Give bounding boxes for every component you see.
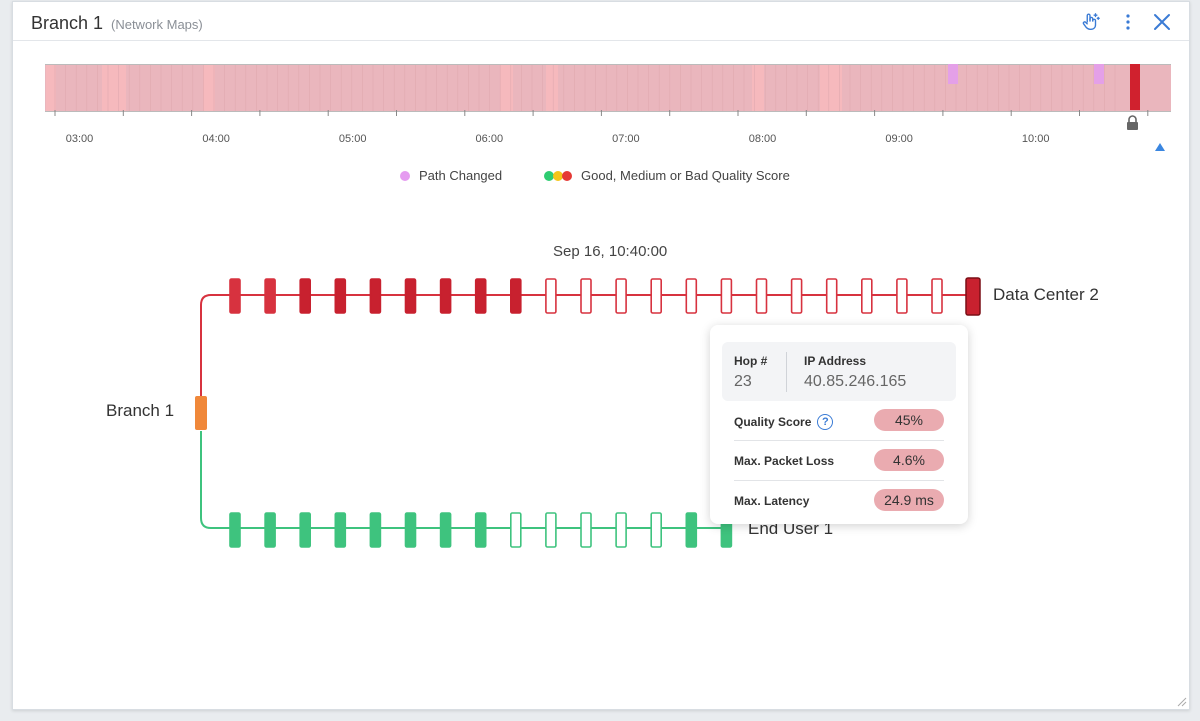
hop-node[interactable]	[545, 512, 557, 548]
hop-node[interactable]	[404, 512, 417, 548]
close-icon[interactable]	[1150, 10, 1174, 34]
hop-node[interactable]	[369, 278, 382, 314]
hop-node[interactable]	[474, 278, 487, 314]
latency-row: Max. Latency 24.9 ms	[734, 481, 944, 521]
hop-node[interactable]	[931, 278, 943, 314]
packet-loss-label: Max. Packet Loss	[734, 454, 835, 468]
quality-dots-icon	[544, 170, 572, 181]
tick-label: 06:00	[475, 133, 504, 145]
path-line-enduser	[200, 431, 729, 529]
path-changed-dot-icon	[400, 170, 410, 181]
hop-node[interactable]	[264, 278, 276, 314]
hop-label: Hop #	[734, 354, 768, 368]
hop-node[interactable]	[860, 278, 873, 314]
quality-score-value: 45%	[874, 409, 944, 431]
hop-node[interactable]	[229, 278, 241, 314]
hop-node[interactable]	[615, 278, 627, 314]
destination-node-dc2[interactable]	[965, 277, 981, 316]
hop-node[interactable]	[685, 512, 698, 548]
hop-node[interactable]	[790, 278, 803, 314]
more-vertical-icon[interactable]	[1116, 10, 1140, 34]
timeline-segment	[820, 65, 842, 111]
hop-tooltip: Hop # 23 IP Address 40.85.246.165 Qualit…	[710, 325, 968, 524]
hop-node[interactable]	[825, 278, 838, 314]
hop-node[interactable]	[229, 512, 241, 548]
tick-label: 09:00	[885, 133, 913, 145]
tick-label: 04:00	[202, 133, 230, 145]
help-icon[interactable]: ?	[817, 414, 834, 430]
latency-value: 24.9 ms	[874, 489, 944, 511]
hop-node[interactable]	[474, 512, 487, 548]
panel-title: Branch 1	[31, 13, 104, 33]
timeline-segment	[46, 65, 56, 111]
hop-node[interactable]	[509, 512, 522, 548]
hop-node[interactable]	[369, 512, 382, 548]
hop-node[interactable]	[334, 512, 347, 548]
tooltip-header: Hop # 23 IP Address 40.85.246.165	[722, 342, 956, 401]
quality-score-label-wrap: Quality Score ?	[734, 414, 834, 430]
timeline-segment	[102, 65, 126, 111]
quality-score-row: Quality Score ? 45%	[734, 401, 944, 441]
timeline-segment	[203, 65, 215, 111]
hop-node[interactable]	[720, 278, 733, 314]
network-map-panel: Branch 1 (Network Maps) 03:00 04:00 05:00 0…	[12, 1, 1190, 710]
resize-handle-icon[interactable]	[1177, 697, 1187, 707]
hop-node[interactable]	[685, 278, 698, 314]
hop-node[interactable]	[580, 512, 592, 548]
ip-label: IP Address	[804, 354, 867, 368]
path-changed-marker[interactable]	[948, 64, 958, 84]
triangle-up-icon[interactable]	[1154, 139, 1166, 157]
source-node-branch[interactable]	[195, 396, 207, 430]
divider	[786, 352, 787, 392]
destination-label-dc2: Data Center 2	[993, 285, 1099, 304]
hop-node[interactable]	[299, 278, 312, 314]
hop-node[interactable]	[650, 512, 663, 548]
timeline-ticks	[54, 110, 1149, 116]
lock-icon[interactable]	[1126, 115, 1139, 135]
hop-node[interactable]	[334, 278, 347, 314]
map-timestamp: Sep 16, 10:40:00	[553, 243, 668, 260]
legend-quality-label: Good, Medium or Bad Quality Score	[581, 168, 790, 183]
panel-header: Branch 1 (Network Maps)	[13, 2, 1189, 41]
latency-label: Max. Latency	[734, 494, 810, 508]
legend-path-changed-label: Path Changed	[419, 168, 503, 183]
packet-loss-value: 4.6%	[874, 449, 944, 471]
hop-value: 23	[734, 373, 752, 390]
bad-quality-marker[interactable]	[1130, 64, 1140, 110]
legend-path-changed: Path Changed	[399, 168, 502, 183]
tick-label: 08:00	[748, 133, 777, 145]
hand-pointer-icon[interactable]	[1078, 10, 1102, 34]
hop-node[interactable]	[439, 278, 452, 314]
path-changed-marker[interactable]	[1094, 64, 1104, 84]
hop-node[interactable]	[580, 278, 592, 314]
hop-node[interactable]	[404, 278, 417, 314]
hop-node[interactable]	[439, 512, 452, 548]
tick-label: 07:00	[612, 133, 640, 145]
timeline-segment	[546, 65, 558, 111]
timeline-bar[interactable]	[45, 64, 1171, 112]
hop-node[interactable]	[545, 278, 557, 314]
hop-node[interactable]	[650, 278, 663, 314]
legend-quality: Good, Medium or Bad Quality Score	[543, 168, 790, 183]
hop-node[interactable]	[615, 512, 627, 548]
quality-score-label: Quality Score	[734, 415, 812, 429]
tick-label: 10:00	[1021, 133, 1050, 145]
hop-node[interactable]	[264, 512, 276, 548]
tick-label: 03:00	[65, 133, 94, 145]
tick-label: 05:00	[338, 133, 367, 145]
ip-value: 40.85.246.165	[804, 373, 907, 390]
packet-loss-row: Max. Packet Loss 4.6%	[734, 441, 944, 481]
hop-node[interactable]	[299, 512, 312, 548]
panel-subtitle: (Network Maps)	[111, 17, 203, 32]
source-label: Branch 1	[106, 401, 175, 420]
hop-node[interactable]	[896, 278, 908, 314]
hop-node[interactable]	[755, 278, 768, 314]
hop-node[interactable]	[509, 278, 522, 314]
timeline-segment	[752, 65, 764, 111]
